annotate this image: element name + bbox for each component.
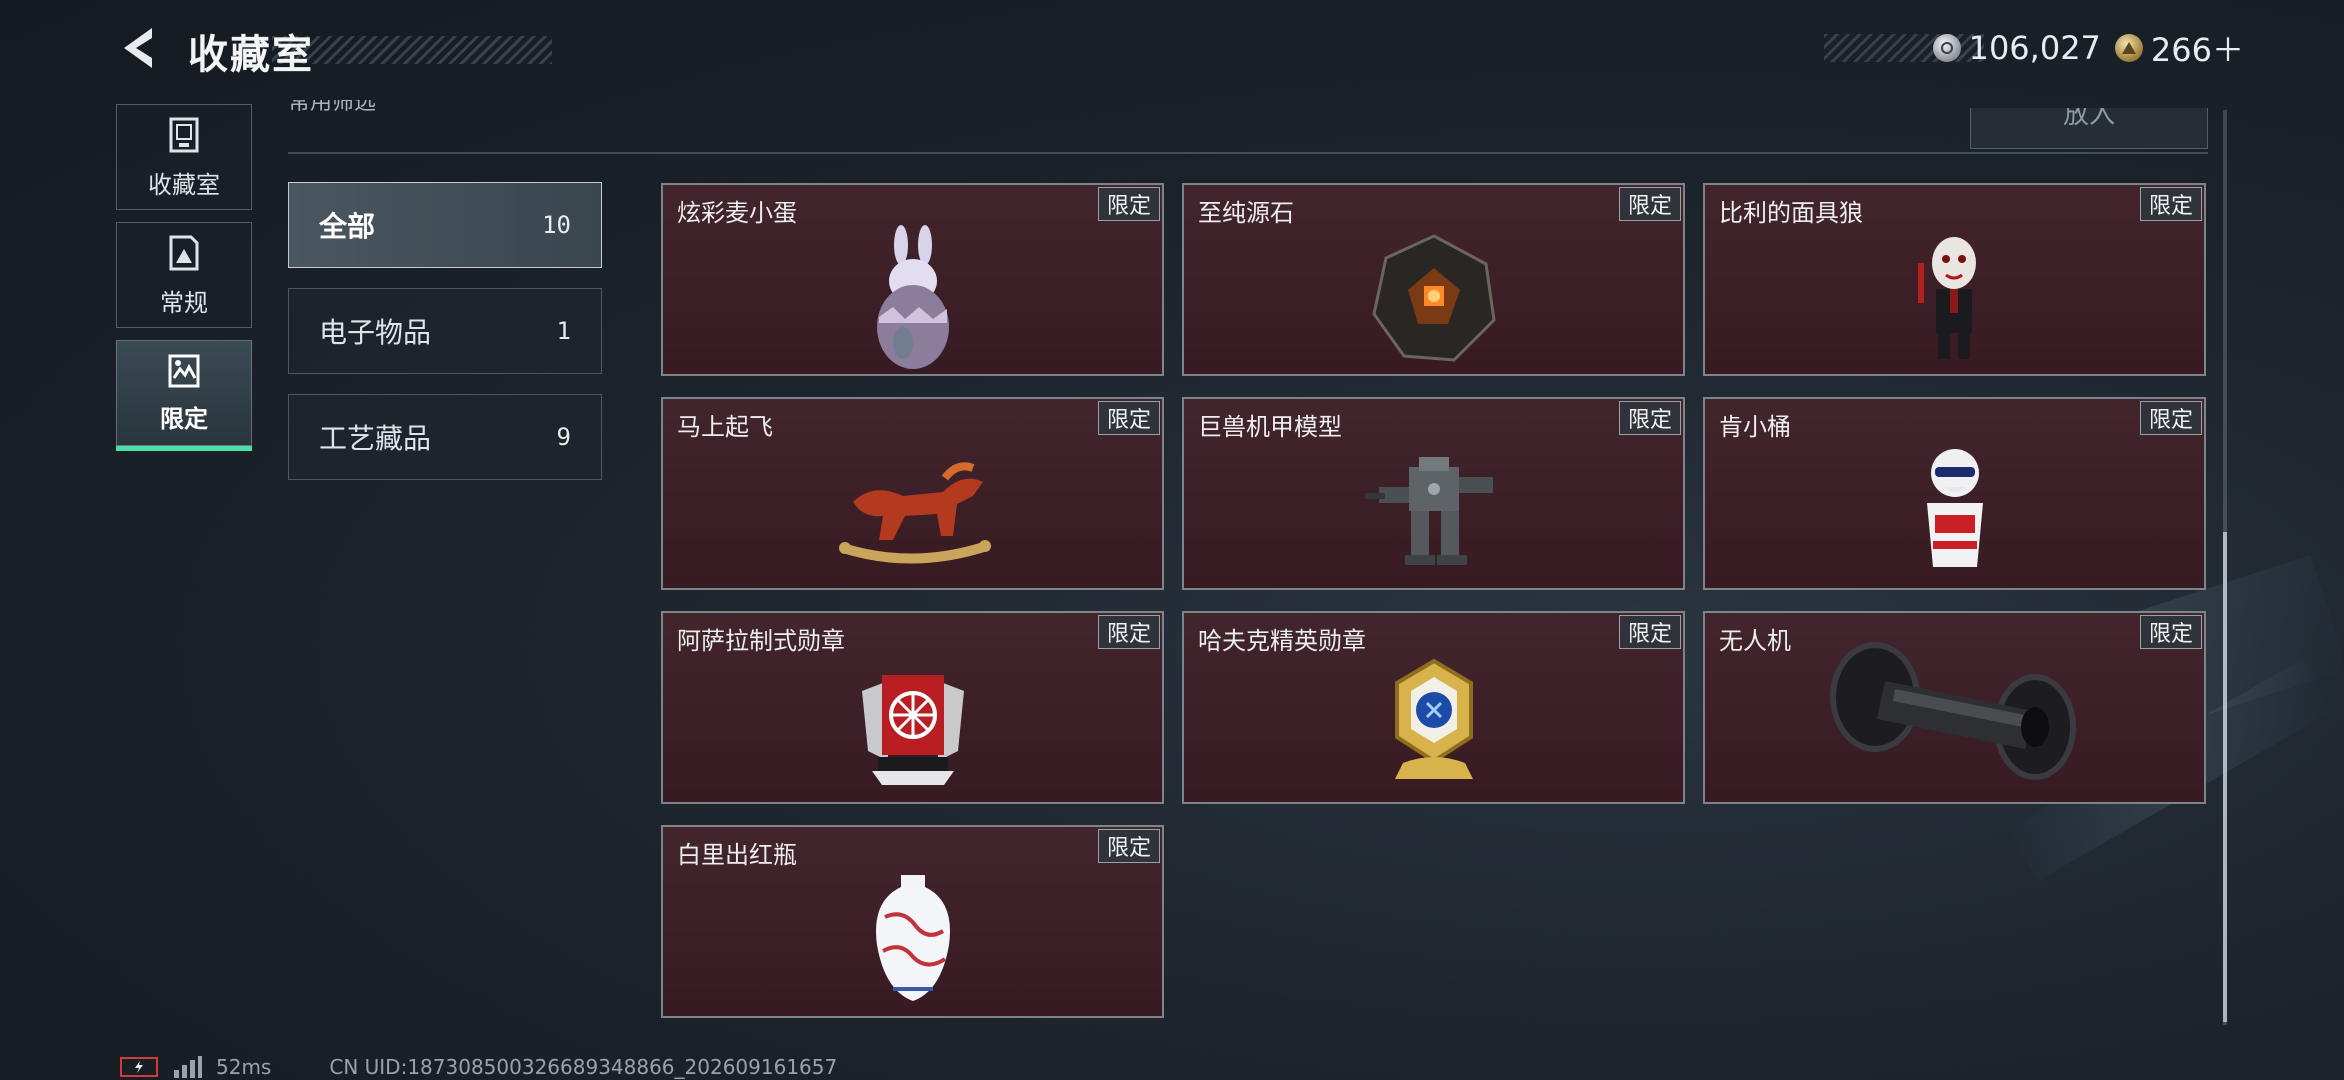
item-card[interactable]: 白里出红瓶 限定: [661, 825, 1164, 1018]
top-strip: 常用筛选 放入: [288, 100, 2208, 154]
item-name: 炫彩麦小蛋: [677, 199, 797, 227]
rabbit-egg-icon: [833, 223, 993, 373]
category-count: 1: [556, 317, 571, 345]
divider: [288, 152, 2208, 154]
category-count: 9: [556, 423, 571, 451]
category-name: 全部: [319, 210, 376, 243]
battery-icon: [120, 1057, 158, 1077]
category-list: 全部 10 电子物品 1 工艺藏品 9: [288, 182, 604, 500]
currency-bar: 106,027 266＋: [1824, 29, 2244, 69]
source-stone-icon: [1354, 223, 1514, 373]
item-name: 至纯源石: [1198, 199, 1294, 227]
silver-currency-value: 106,027: [1968, 29, 2101, 67]
item-name: 肯小桶: [1719, 413, 1791, 441]
title-decoration: [272, 36, 552, 64]
item-name: 比利的面具狼: [1719, 199, 1863, 227]
item-name: 哈夫克精英勋章: [1198, 627, 1366, 655]
signal-icon: [174, 1056, 202, 1078]
limited-badge: 限定: [2139, 615, 2202, 649]
nav-item-regular[interactable]: 常规: [116, 222, 252, 328]
asala-medal-icon: [833, 651, 993, 801]
item-card[interactable]: 至纯源石 限定: [1182, 183, 1685, 376]
gold-currency[interactable]: 266＋: [2114, 25, 2244, 71]
item-name: 巨兽机甲模型: [1198, 413, 1342, 441]
nav-item-label: 常规: [160, 288, 208, 317]
limited-icon: [168, 354, 200, 387]
gold-currency-value: 266＋: [2150, 31, 2244, 69]
user-uid: CN UID:187308500326689348866_20260916165…: [329, 1055, 838, 1079]
item-name: 无人机: [1719, 627, 1791, 655]
title-area: 收藏室: [182, 22, 552, 78]
limited-badge: 限定: [1618, 401, 1681, 435]
masked-puppet-icon: [1875, 223, 2035, 373]
item-card[interactable]: 巨兽机甲模型 限定: [1182, 397, 1685, 590]
porcelain-vase-icon: [833, 865, 993, 1015]
limited-badge: 限定: [1097, 829, 1160, 863]
limited-badge: 限定: [2139, 187, 2202, 221]
back-button[interactable]: [112, 22, 164, 74]
category-name: 电子物品: [319, 316, 432, 349]
item-card[interactable]: 肯小桶 限定: [1703, 397, 2206, 590]
limited-badge: 限定: [1097, 401, 1160, 435]
bucket-figure-icon: [1875, 437, 2035, 587]
drone-icon: [1825, 637, 2085, 787]
scrollbar-thumb[interactable]: [2223, 532, 2227, 1022]
limited-badge: 限定: [1097, 615, 1160, 649]
gold-coin-icon: [2114, 34, 2143, 62]
category-count: 10: [542, 211, 571, 239]
limited-badge: 限定: [1618, 187, 1681, 221]
limited-badge: 限定: [1097, 187, 1160, 221]
nav-item-label: 限定: [160, 404, 208, 433]
collection-icon: [169, 117, 199, 152]
item-name: 马上起飞: [677, 413, 773, 441]
item-name: 白里出红瓶: [677, 841, 797, 869]
item-card[interactable]: 无人机 限定: [1703, 611, 2206, 804]
silver-coin-icon: [1932, 34, 1961, 62]
nav-item-label: 收藏室: [148, 170, 220, 199]
item-card[interactable]: 比利的面具狼 限定: [1703, 183, 2206, 376]
category-name: 工艺藏品: [319, 422, 432, 455]
page-title: 收藏室: [188, 32, 314, 78]
item-name: 阿萨拉制式勋章: [677, 627, 845, 655]
category-electronics[interactable]: 电子物品 1: [288, 288, 602, 374]
category-crafts[interactable]: 工艺藏品 9: [288, 394, 602, 480]
limited-badge: 限定: [2139, 401, 2202, 435]
mech-model-icon: [1354, 437, 1514, 587]
filter-label-cut: 常用筛选: [288, 100, 377, 114]
rocking-horse-icon: [833, 437, 993, 587]
nav-item-limited[interactable]: 限定: [116, 340, 252, 451]
silver-currency[interactable]: 106,027: [1932, 29, 2101, 67]
haavk-medal-icon: [1354, 651, 1514, 801]
ping-value: 52ms: [216, 1055, 272, 1079]
limited-badge: 限定: [1618, 615, 1681, 649]
status-bar: 52ms CN UID:187308500326689348866_202609…: [120, 1054, 837, 1080]
item-card[interactable]: 哈夫克精英勋章 限定: [1182, 611, 1685, 804]
nav-item-collection[interactable]: 收藏室: [116, 104, 252, 210]
back-arrow-icon: [124, 28, 152, 68]
category-all[interactable]: 全部 10: [288, 182, 602, 268]
left-nav: 收藏室 常规 限定: [116, 104, 254, 451]
item-card[interactable]: 阿萨拉制式勋章 限定: [661, 611, 1164, 804]
item-card[interactable]: 炫彩麦小蛋 限定: [661, 183, 1164, 376]
header: 收藏室 106,027 266＋: [0, 0, 2344, 100]
regular-icon: [169, 235, 199, 270]
put-in-button[interactable]: 放入: [1970, 108, 2208, 149]
item-card[interactable]: 马上起飞 限定: [661, 397, 1164, 590]
